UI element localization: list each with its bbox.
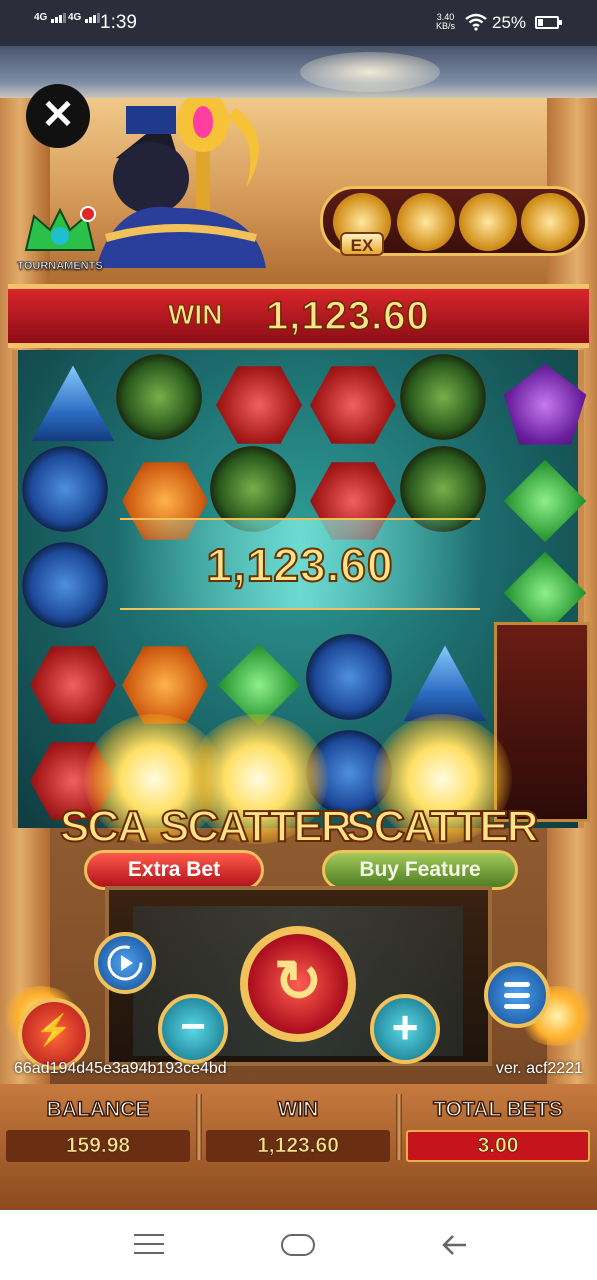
balance-stat: BALANCE 159.98 xyxy=(2,1090,194,1164)
win-banner: WIN 1,123.60 xyxy=(8,284,589,348)
win-stat: WIN 1,123.60 xyxy=(202,1090,394,1164)
close-icon: ✕ xyxy=(41,93,75,137)
decrease-bet-button[interactable]: − xyxy=(158,994,228,1064)
signal-label: 4G xyxy=(68,12,82,23)
recent-apps-button[interactable] xyxy=(134,1234,164,1261)
battery-percent: 25% xyxy=(492,13,527,32)
red-hexagon-gem-symbol xyxy=(30,646,116,724)
blue-vase-coin-symbol xyxy=(306,634,392,720)
anubis-head-icon xyxy=(459,193,517,251)
tournaments-button[interactable]: TOURNAMENTS xyxy=(12,206,108,272)
game-session-id: 66ad194d45e3a94b193ce4bd xyxy=(14,1060,227,1077)
tournaments-label: TOURNAMENTS xyxy=(17,260,103,273)
buy-feature-button[interactable]: Buy Feature xyxy=(322,850,518,890)
win-banner-label: WIN xyxy=(167,299,223,331)
ex-badge: EX xyxy=(340,232,384,256)
stats-panel: BALANCE 159.98 WIN 1,123.60 TOTAL BETS 3… xyxy=(0,1084,597,1210)
blue-triangle-gem-symbol xyxy=(31,365,115,442)
status-bar: 4G 4G 1:39 3.40 KB/s 25% xyxy=(0,0,597,46)
signal-bars-icon xyxy=(85,12,101,23)
home-button[interactable] xyxy=(281,1234,315,1256)
menu-button[interactable] xyxy=(484,962,550,1028)
wifi-icon xyxy=(465,13,487,31)
anubis-character-image xyxy=(96,98,266,268)
notification-dot xyxy=(80,206,96,222)
total-bets-value: 3.00 xyxy=(406,1130,590,1162)
signal-label: 4G xyxy=(34,12,48,23)
total-bets-stat[interactable]: TOTAL BETS 3.00 xyxy=(402,1090,594,1164)
plus-icon: + xyxy=(391,1001,419,1053)
scatter-label: SCATTER xyxy=(159,801,354,852)
system-navigation-bar xyxy=(0,1210,597,1280)
blue-vase-coin-symbol xyxy=(22,542,108,628)
green-diamond-gem-symbol xyxy=(503,459,587,543)
win-value: 1,123.60 xyxy=(206,1130,390,1162)
lightning-icon: ⚡ xyxy=(35,1014,73,1047)
scatter-label: SCATTER xyxy=(345,801,540,852)
balance-label: BALANCE xyxy=(46,1097,150,1122)
win-banner-amount: 1,123.60 xyxy=(265,293,430,339)
total-bets-label: TOTAL BETS xyxy=(432,1097,563,1122)
anubis-head-icon xyxy=(521,193,579,251)
extra-bet-button[interactable]: Extra Bet xyxy=(84,850,264,890)
scarab-coin-symbol xyxy=(400,354,486,440)
purple-pentagon-gem-symbol xyxy=(503,363,587,445)
big-win-amount: 1,123.60 xyxy=(205,538,394,592)
scatter-label: SCA xyxy=(59,801,150,852)
network-speed-unit: KB/s xyxy=(436,21,456,31)
game-area: ✕ TOURNAMENTS EX WIN 1,123.60 1,123.60 S… xyxy=(0,46,597,1210)
back-button[interactable] xyxy=(440,1230,470,1260)
scarab-coin-symbol xyxy=(116,354,202,440)
minus-icon: − xyxy=(180,1002,206,1051)
network-speed: 3.40 KB/s xyxy=(436,13,455,31)
red-hexagon-gem-symbol xyxy=(310,366,396,444)
battery-icon xyxy=(535,16,562,29)
autoplay-icon xyxy=(107,945,143,981)
clock: 1:39 xyxy=(100,12,137,33)
game-version: ver. acf2221 xyxy=(495,1060,583,1077)
close-button[interactable]: ✕ xyxy=(26,84,90,148)
increase-bet-button[interactable]: + xyxy=(370,994,440,1064)
balance-value: 159.98 xyxy=(6,1130,190,1162)
spin-button[interactable]: ↻ xyxy=(240,926,356,1042)
signal-4g-sim2: 4G xyxy=(68,12,101,23)
blue-vase-coin-symbol xyxy=(22,446,108,532)
anubis-head-icon xyxy=(397,193,455,251)
autoplay-button[interactable] xyxy=(94,932,156,994)
signal-4g-sim1: 4G xyxy=(34,12,67,23)
win-label: WIN xyxy=(277,1097,319,1122)
sky-background xyxy=(0,46,597,98)
big-win-display: 1,123.60 xyxy=(120,518,480,610)
spin-icon: ↻ xyxy=(273,949,323,1014)
red-hexagon-gem-symbol xyxy=(216,366,302,444)
signal-bars-icon xyxy=(51,12,67,23)
